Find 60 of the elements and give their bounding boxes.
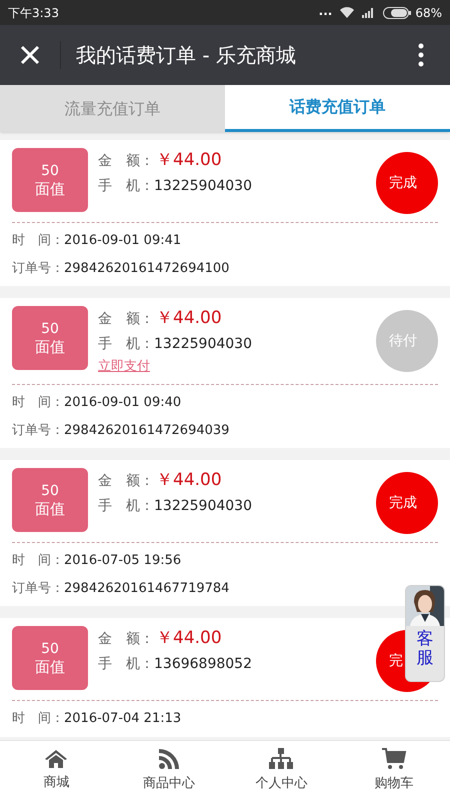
field-label: 时 间： — [12, 552, 64, 570]
order-time: 2016-07-04 21:13 — [64, 710, 182, 728]
more-dots: ... — [318, 4, 332, 16]
face-value-label: 面值 — [35, 502, 65, 516]
field-label: 时 间： — [12, 232, 64, 250]
field-label: 金 额： — [98, 472, 154, 491]
field-label: 时 间： — [12, 394, 64, 412]
home-icon — [44, 748, 68, 769]
customer-service-label: 客服 — [416, 630, 434, 668]
field-label: 订单号： — [12, 422, 64, 440]
status-badge: 完成 — [376, 152, 438, 214]
tab[interactable]: 话费充值订单 — [225, 85, 450, 132]
nav-item[interactable]: 商品中心 — [112, 741, 225, 800]
face-value: 50 — [41, 484, 59, 498]
rss-icon — [158, 748, 180, 770]
face-value: 50 — [41, 322, 59, 336]
field-label: 手 机： — [98, 334, 154, 354]
amount: ￥44.00 — [156, 149, 222, 172]
amount: ￥44.00 — [156, 307, 222, 330]
face-value-label: 面值 — [35, 340, 65, 354]
field-label: 时 间： — [12, 710, 64, 728]
window-title: 我的话费订单 - 乐充商城 — [76, 42, 297, 69]
sitemap-icon — [268, 748, 294, 770]
order-number: 29842620161472694039 — [64, 422, 230, 440]
order-time: 2016-07-05 19:56 — [64, 552, 182, 570]
order-number: 29842620161467719784 — [64, 580, 230, 598]
face-value-label: 面值 — [35, 182, 65, 196]
cart-icon — [380, 748, 407, 770]
field-label: 手 机： — [98, 176, 154, 196]
phone-number: 13225904030 — [154, 496, 252, 516]
phone-number: 13225904030 — [154, 334, 252, 354]
phone-number: 13696898052 — [154, 654, 252, 674]
wifi-icon — [340, 7, 354, 18]
order-time: 2016-09-01 09:40 — [64, 394, 182, 412]
order-number: 29842620161472694100 — [64, 260, 230, 278]
amount: ￥44.00 — [156, 469, 222, 492]
customer-service-button[interactable]: 客服 — [405, 585, 445, 682]
status-badge: 完成 — [376, 472, 438, 534]
battery-level: 68% — [415, 4, 442, 22]
field-label: 订单号： — [12, 260, 64, 278]
battery-icon — [383, 6, 412, 18]
more-icon[interactable] — [418, 43, 424, 67]
face-value-label: 面值 — [35, 660, 65, 674]
clock: 下午3:33 — [8, 4, 59, 22]
phone-number: 13225904030 — [154, 176, 252, 196]
signal-icon — [362, 8, 376, 18]
field-label: 手 机： — [98, 654, 154, 674]
field-label: 手 机： — [98, 496, 154, 516]
face-value: 50 — [41, 642, 59, 656]
field-label: 金 额： — [98, 152, 154, 171]
amount: ￥44.00 — [156, 627, 222, 650]
nav-item[interactable]: 个人中心 — [225, 741, 338, 800]
order-time: 2016-09-01 09:41 — [64, 232, 182, 250]
face-value: 50 — [41, 164, 59, 178]
nav-item[interactable]: 商城 — [0, 741, 112, 800]
field-label: 订单号： — [12, 580, 64, 598]
field-label: 金 额： — [98, 630, 154, 649]
nav-item[interactable]: 购物车 — [338, 741, 450, 800]
close-icon[interactable] — [20, 45, 40, 65]
field-label: 金 额： — [98, 310, 154, 329]
